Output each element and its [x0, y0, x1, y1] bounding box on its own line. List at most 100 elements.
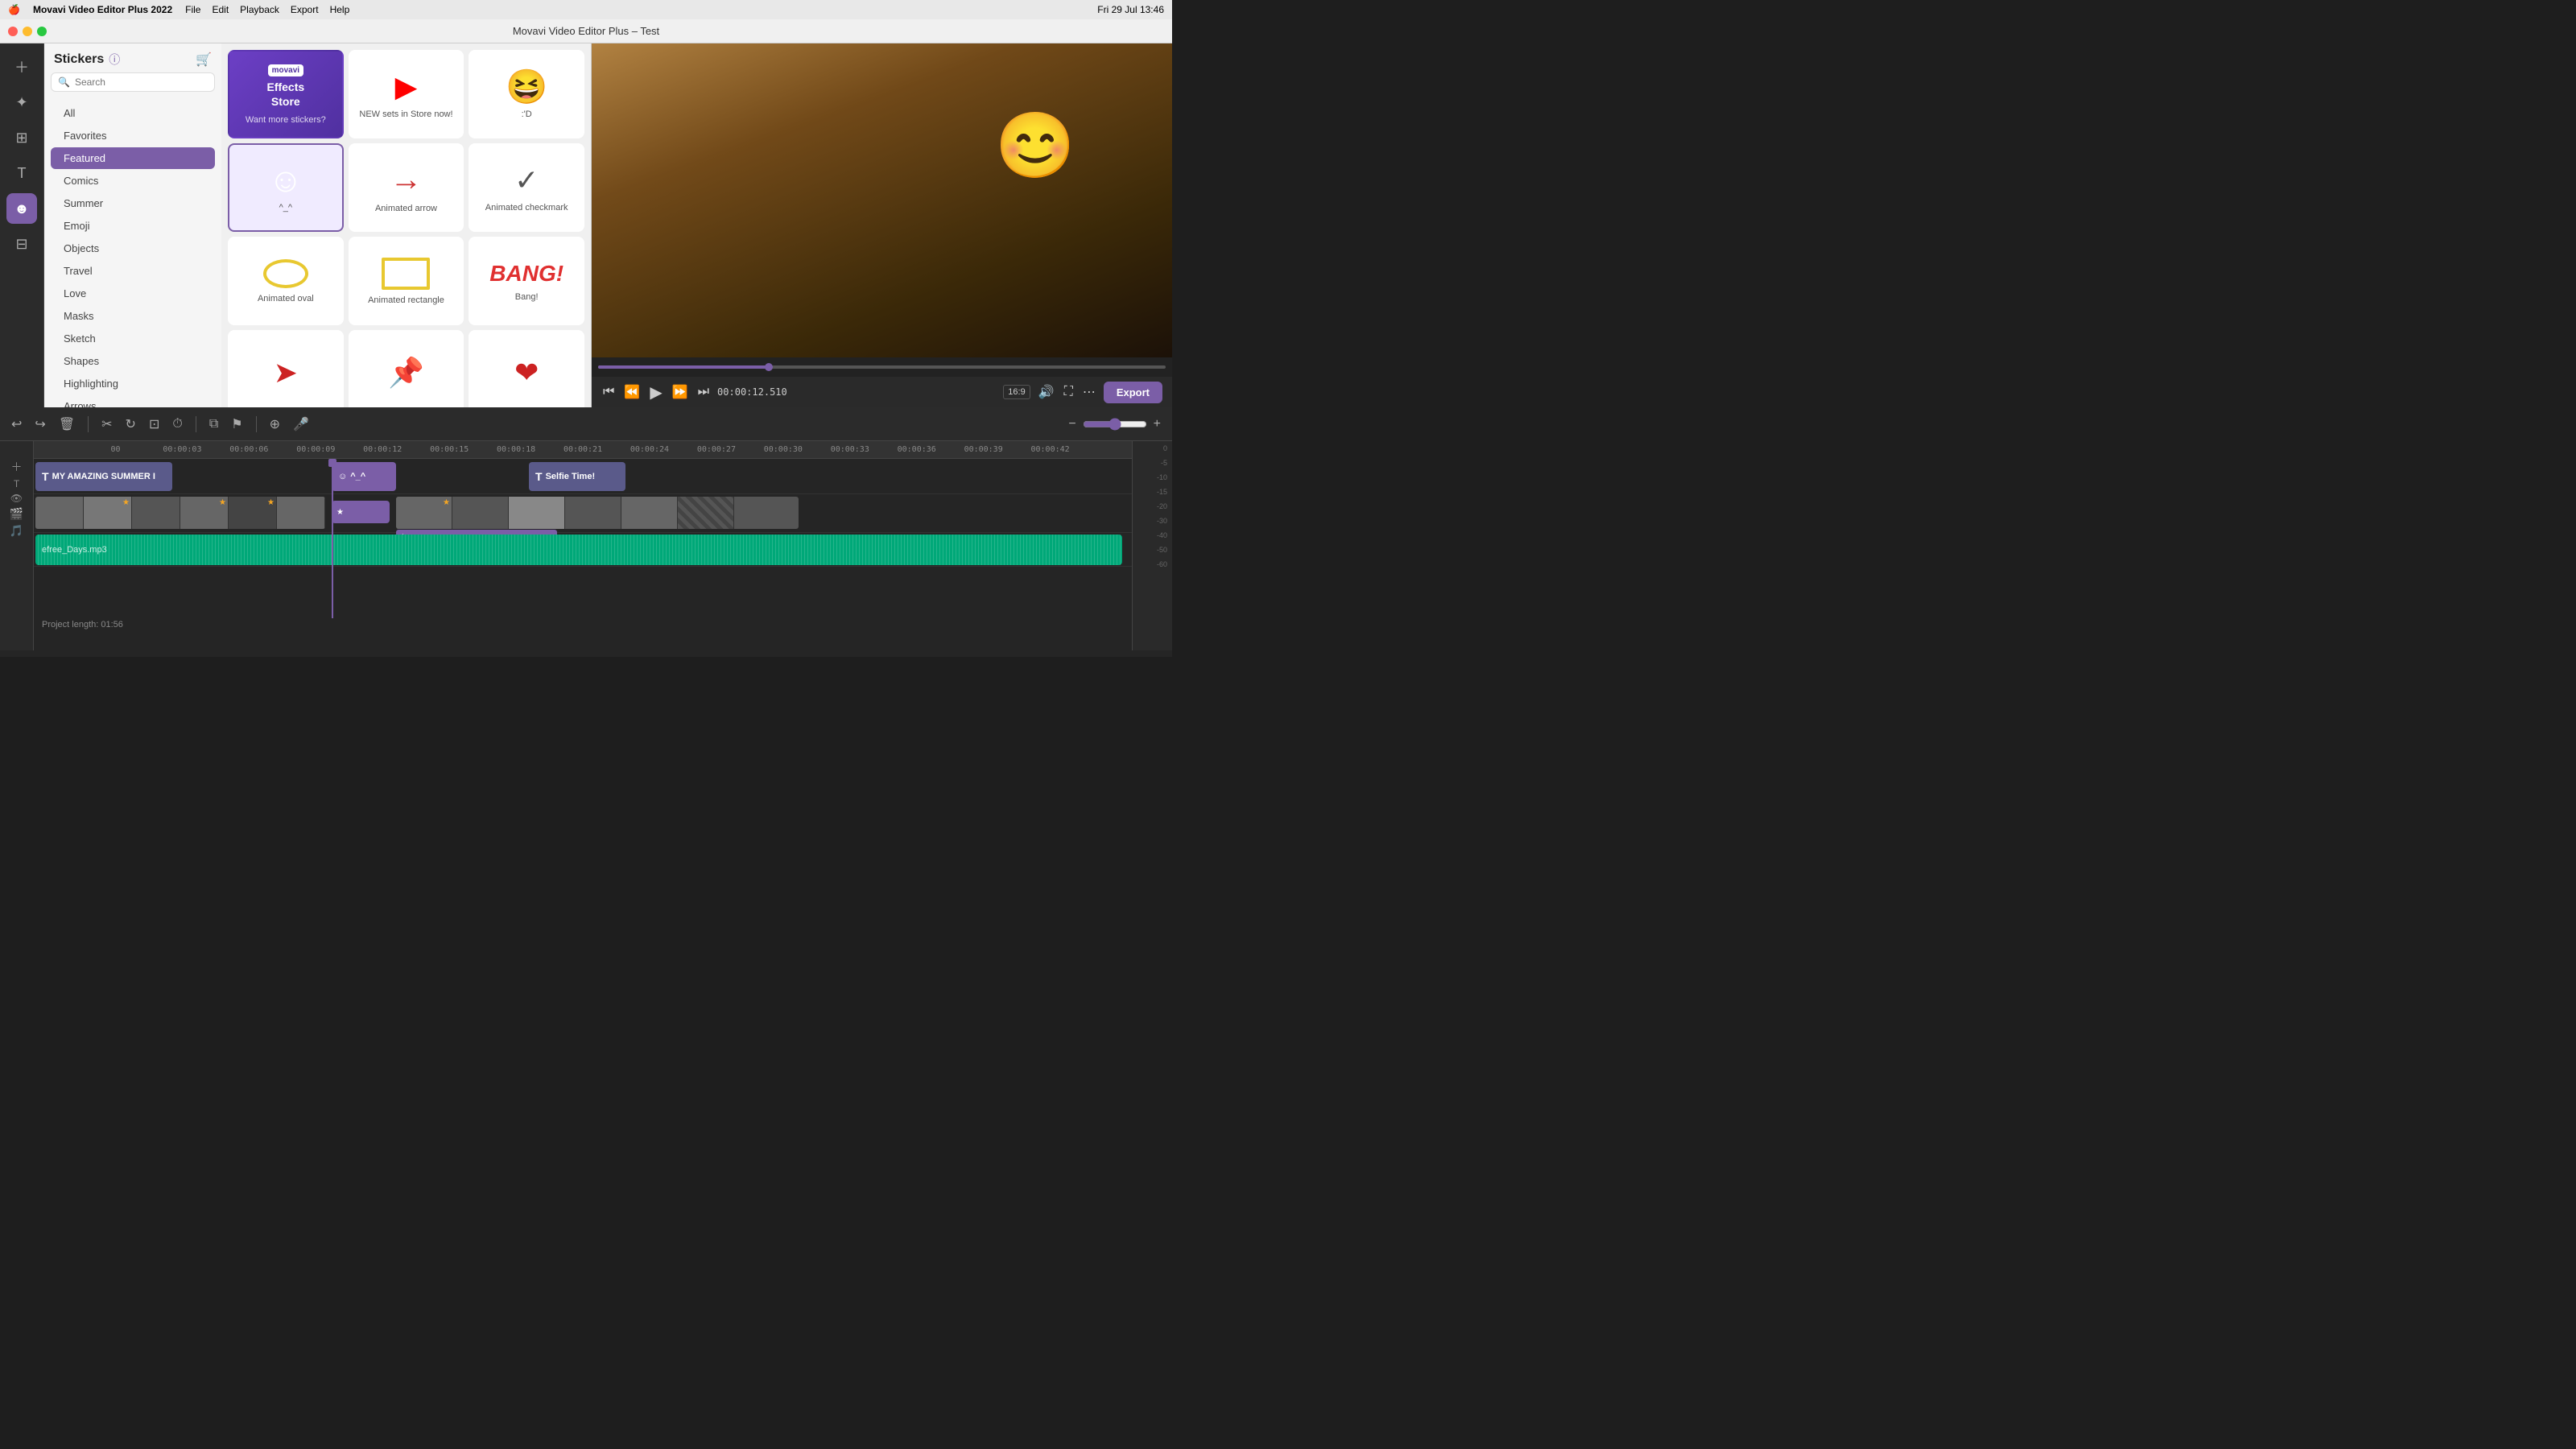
nav-travel[interactable]: Travel — [51, 260, 215, 282]
progress-handle — [765, 363, 773, 371]
nav-masks[interactable]: Masks — [51, 305, 215, 327]
sticker-smiley[interactable]: ☺ ^_^ — [228, 143, 344, 232]
nav-emoji[interactable]: Emoji — [51, 215, 215, 237]
sticker-clip[interactable]: ☺ ^_^ — [332, 462, 396, 491]
sticker-pin[interactable]: 📌 — [349, 330, 464, 407]
sticker-checkmark[interactable]: ✓ Animated checkmark — [469, 143, 584, 232]
window-title: Movavi Video Editor Plus – Test — [513, 25, 659, 37]
sticker-clip-star: ★ — [336, 508, 344, 517]
laugh-emoji: 😆 — [506, 70, 547, 104]
menu-file[interactable]: File — [185, 4, 200, 15]
nav-favorites[interactable]: Favorites — [51, 125, 215, 147]
step-back-button[interactable]: ⏪ — [622, 382, 642, 402]
volume-button[interactable]: 🔊 — [1037, 382, 1056, 402]
skip-end-button[interactable]: ⏭ — [696, 383, 711, 401]
separator-1 — [88, 416, 89, 432]
sticker-heart[interactable]: ❤ — [469, 330, 584, 407]
timer-button[interactable]: ⏱ — [169, 414, 185, 435]
skip-start-button[interactable]: ⏮ — [601, 383, 616, 401]
nav-love[interactable]: Love — [51, 283, 215, 304]
zoom-in-button[interactable]: + — [1150, 414, 1164, 435]
separator-3 — [256, 416, 257, 432]
maximize-button[interactable] — [37, 27, 47, 36]
delete-button[interactable]: 🗑 — [56, 413, 78, 436]
filmstrip-2[interactable]: ★ — [396, 497, 799, 529]
left-toolbar: ＋ ✦ ⊞ T ☻ ⊟ — [0, 43, 44, 407]
rect-shape — [382, 258, 430, 290]
aspect-ratio[interactable]: 16:9 — [1003, 385, 1030, 399]
audio-filename: efree_Days.mp3 — [42, 545, 107, 555]
smiley-label: ^_^ — [279, 202, 292, 213]
pin-icon: 📌 — [388, 356, 424, 390]
sticker-store[interactable]: movavi EffectsStore Want more stickers? — [228, 50, 344, 138]
nav-featured[interactable]: Featured — [51, 147, 215, 169]
stickers-grid: movavi EffectsStore Want more stickers? … — [228, 50, 584, 407]
nav-all[interactable]: All — [51, 102, 215, 124]
video-background: 😊 — [592, 43, 1172, 357]
smiley-emoji: ☺ — [268, 163, 303, 197]
tool-effects[interactable]: ✦ — [6, 87, 37, 118]
play-button[interactable]: ▶ — [648, 381, 663, 404]
sticker-arrow[interactable]: → Animated arrow — [349, 143, 464, 232]
menu-playback[interactable]: Playback — [240, 4, 279, 15]
title-clip-2[interactable]: T Selfie Time! — [529, 462, 625, 491]
sticker-laugh[interactable]: 😆 :'D — [469, 50, 584, 138]
sticker-rect[interactable]: Animated rectangle — [349, 237, 464, 325]
nav-arrows[interactable]: Arrows — [51, 395, 215, 407]
more-options-button[interactable]: ⋯ — [1081, 382, 1097, 402]
ruler-27: 00:00:27 — [683, 445, 749, 454]
toolbar-strip: ↩ ↪ 🗑 ✂ ↻ ⊡ ⏱ ⧉ ⚑ ⊕ 🎤 − + — [0, 407, 1172, 441]
nav-objects[interactable]: Objects — [51, 237, 215, 259]
progress-bar[interactable] — [598, 365, 1166, 369]
nav-highlighting[interactable]: Highlighting — [51, 373, 215, 394]
ruler-15: 00:00:15 — [416, 445, 483, 454]
overlay-button[interactable]: ⧉ — [206, 414, 221, 435]
position-button[interactable]: ⊕ — [266, 413, 283, 436]
tool-text[interactable]: T — [6, 158, 37, 188]
sticker-filmstrip-clip[interactable]: ★ — [332, 501, 390, 523]
nav-summer[interactable]: Summer — [51, 192, 215, 214]
eye-icon[interactable]: 👁 — [10, 493, 23, 504]
rotate-button[interactable]: ↻ — [122, 413, 139, 436]
filmstrip-1[interactable]: ★ ★ ★ — [35, 497, 325, 529]
step-forward-button[interactable]: ⏩ — [671, 382, 690, 402]
info-icon[interactable]: ⓘ — [109, 52, 120, 68]
audio-waveform — [35, 535, 1122, 565]
nav-shapes[interactable]: Shapes — [51, 350, 215, 372]
cart-button[interactable]: 🛒 — [196, 52, 212, 68]
cut-button[interactable]: ✂ — [98, 413, 115, 436]
sticker-arrow-small[interactable]: ➤ — [228, 330, 344, 407]
close-button[interactable] — [8, 27, 18, 36]
add-track-button[interactable]: ＋ — [11, 459, 23, 475]
sticker-new-sets[interactable]: ▶ NEW sets in Store now! — [349, 50, 464, 138]
tool-filter[interactable]: ⊞ — [6, 122, 37, 153]
tool-transitions[interactable]: ⊟ — [6, 229, 37, 259]
tool-add[interactable]: ＋ — [6, 52, 37, 82]
minimize-button[interactable] — [23, 27, 32, 36]
undo-button[interactable]: ↩ — [8, 413, 25, 436]
menu-help[interactable]: Help — [330, 4, 350, 15]
sticker-bang[interactable]: BANG! Bang! — [469, 237, 584, 325]
audio-track-icon: 🎵 — [10, 524, 23, 538]
fullscreen-button[interactable]: ⛶ — [1063, 383, 1075, 401]
tool-stickers[interactable]: ☻ — [6, 193, 37, 224]
flag-button[interactable]: ⚑ — [228, 413, 246, 436]
sticker-oval[interactable]: Animated oval — [228, 237, 344, 325]
export-button[interactable]: Export — [1104, 382, 1162, 403]
search-input[interactable] — [75, 76, 208, 88]
crop-button[interactable]: ⊡ — [146, 413, 163, 436]
nav-comics[interactable]: Comics — [51, 170, 215, 192]
playhead[interactable] — [332, 459, 333, 618]
zoom-out-button[interactable]: − — [1065, 414, 1079, 435]
level-neg50: -50 — [1157, 546, 1167, 554]
zoom-slider[interactable] — [1083, 418, 1147, 431]
title-clip-1[interactable]: T MY AMAZING SUMMER I — [35, 462, 172, 491]
title-track: T MY AMAZING SUMMER I ☺ ^_^ T Selfie Tim… — [34, 459, 1132, 494]
mic-button[interactable]: 🎤 — [290, 413, 312, 436]
menu-edit[interactable]: Edit — [212, 4, 229, 15]
apple-icon[interactable]: 🍎 — [8, 4, 20, 15]
audio-clip[interactable]: efree_Days.mp3 — [35, 535, 1122, 565]
nav-sketch[interactable]: Sketch — [51, 328, 215, 349]
redo-button[interactable]: ↪ — [31, 413, 48, 436]
menu-export[interactable]: Export — [291, 4, 319, 15]
